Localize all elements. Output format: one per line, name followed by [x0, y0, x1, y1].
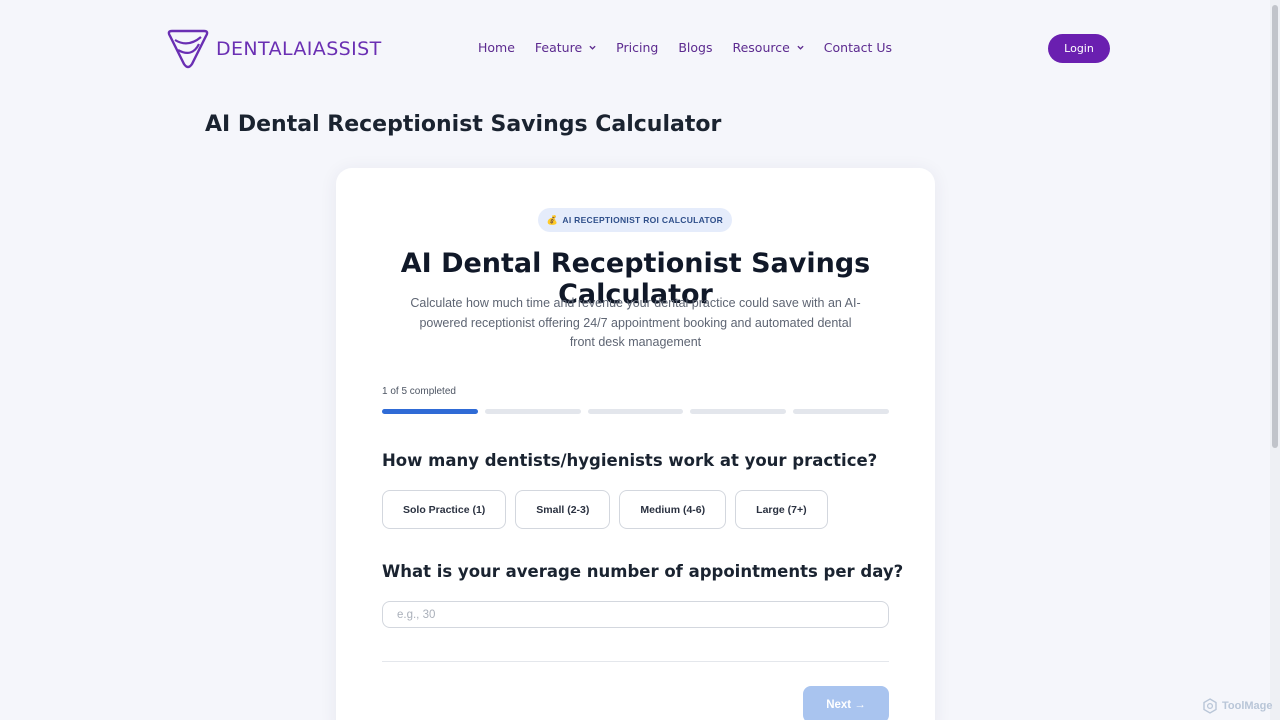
site-header: DENTALAIASSIST Home Feature Pricing Blog…: [0, 0, 1270, 96]
question-appointments: What is your average number of appointme…: [382, 562, 904, 581]
nav-contact-us-label: Contact Us: [823, 40, 893, 55]
next-button[interactable]: Next →: [803, 686, 889, 720]
money-bag-icon: 💰: [546, 214, 559, 225]
brand-name: DENTALAIASSIST: [216, 37, 382, 60]
logo-mark-icon: [167, 29, 209, 69]
page-title: AI Dental Receptionist Savings Calculato…: [205, 112, 722, 137]
badge-label: AI RECEPTIONIST ROI CALCULATOR: [562, 215, 724, 225]
progress-bar: [382, 409, 889, 414]
main-nav: Home Feature Pricing Blogs Resource Cont…: [478, 40, 912, 55]
calculator-description: Calculate how much time and revenue your…: [410, 296, 861, 349]
progress-segment: [690, 409, 787, 414]
nav-blogs-label: Blogs: [678, 40, 713, 55]
nav-feature-label: Feature: [534, 40, 583, 55]
nav-resource[interactable]: Resource: [732, 40, 804, 55]
watermark-text: ToolMage: [1222, 700, 1273, 712]
nav-resource-label: Resource: [732, 40, 790, 55]
nav-blogs[interactable]: Blogs: [678, 40, 712, 55]
progress-segment: [382, 409, 478, 414]
option-large[interactable]: Large (7+): [735, 490, 828, 529]
scrollbar-thumb[interactable]: [1272, 5, 1278, 448]
option-small[interactable]: Small (2-3): [515, 490, 611, 529]
nav-home-label: Home: [478, 40, 515, 55]
chevron-down-icon: [797, 45, 804, 50]
chevron-down-icon: [589, 45, 596, 50]
question-practice-size: How many dentists/hygienists work at you…: [382, 451, 878, 470]
page-scrollbar[interactable]: [1270, 0, 1280, 720]
nav-home[interactable]: Home: [478, 40, 515, 55]
nav-pricing-label: Pricing: [616, 40, 659, 55]
login-button[interactable]: Login: [1048, 34, 1110, 63]
progress-segment: [484, 409, 581, 414]
option-medium[interactable]: Medium (4-6): [619, 490, 727, 529]
brand-logo[interactable]: DENTALAIASSIST: [166, 28, 382, 69]
watermark: ToolMage: [1202, 698, 1273, 714]
divider: [382, 661, 889, 662]
toolmage-logo-icon: [1203, 698, 1217, 714]
progress-segment: [587, 409, 684, 414]
calculator-card: 💰 AI RECEPTIONIST ROI CALCULATOR AI Dent…: [336, 168, 935, 720]
progress-label: 1 of 5 completed: [382, 386, 456, 397]
roi-calculator-badge: 💰 AI RECEPTIONIST ROI CALCULATOR: [538, 208, 732, 232]
progress-segment: [793, 409, 889, 414]
nav-feature[interactable]: Feature: [535, 40, 596, 55]
appointments-input[interactable]: [382, 601, 889, 628]
practice-size-options: Solo Practice (1) Small (2-3) Medium (4-…: [382, 490, 828, 529]
option-solo-practice[interactable]: Solo Practice (1): [382, 490, 507, 529]
nav-contact-us[interactable]: Contact Us: [824, 40, 892, 55]
nav-pricing[interactable]: Pricing: [616, 40, 658, 55]
